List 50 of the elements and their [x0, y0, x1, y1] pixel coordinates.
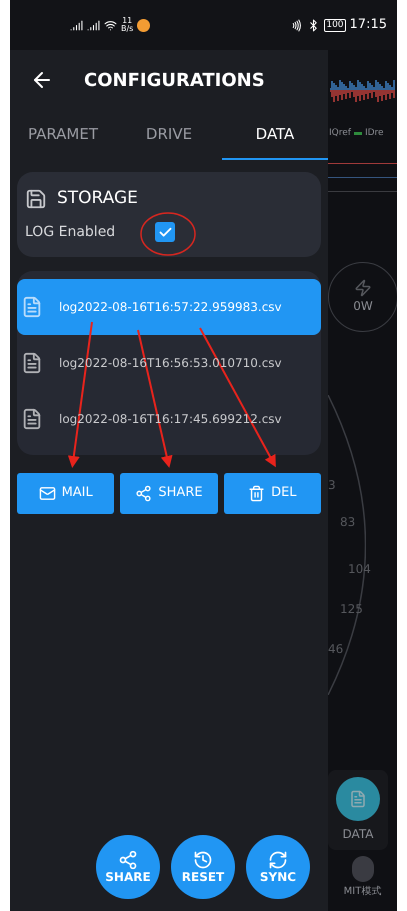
power-reading: 0W: [353, 298, 373, 314]
floating-action-button[interactable]: RESET: [171, 835, 235, 899]
speed-unit: B/s: [121, 25, 134, 33]
file-action-button[interactable]: DEL: [224, 472, 321, 514]
gauge-label: 104: [348, 561, 371, 578]
mail-icon: [38, 484, 56, 502]
nav-label: DATA: [342, 826, 374, 843]
file-action-button[interactable]: MAIL: [17, 472, 114, 514]
file-name: log2022-08-16T16:57:22.959983.csv: [59, 298, 282, 316]
page-title: CONFIGURATIONS: [84, 68, 265, 92]
network-speed: 11: [122, 17, 132, 25]
nav-item[interactable]: MIT模式: [328, 856, 397, 899]
gauge-label: 3: [328, 477, 336, 494]
log-enabled-label: LOG Enabled: [25, 222, 116, 242]
storage-title: STORAGE: [57, 187, 138, 210]
document-icon: [21, 408, 43, 430]
clock: 17:15: [350, 16, 387, 34]
sync-icon: [268, 850, 288, 870]
hotspot-icon: [104, 18, 117, 32]
log-checkbox[interactable]: [155, 222, 176, 242]
floating-action-button[interactable]: SHARE: [96, 835, 160, 899]
nfc-icon: [290, 18, 304, 32]
battery-level: 100: [324, 18, 346, 32]
lightning-icon: [354, 278, 372, 296]
gauge-label: 46: [328, 641, 344, 658]
gauge-label: 83: [340, 514, 356, 531]
tab[interactable]: DATA: [222, 110, 328, 160]
signal-icon: [87, 18, 100, 32]
file-action-button[interactable]: SHARE: [120, 472, 218, 514]
gauge-label: 125: [340, 601, 363, 618]
nav-item[interactable]: DATA: [328, 770, 388, 850]
tab[interactable]: PARAMET: [10, 110, 116, 160]
app-notification-icon: [137, 18, 150, 32]
legend-label: IDre: [364, 127, 384, 140]
data-nav-icon: [336, 777, 380, 821]
document-icon: [21, 352, 43, 374]
document-icon: [21, 296, 43, 318]
share-icon: [135, 484, 152, 502]
bulb-icon: [352, 856, 374, 882]
file-item[interactable]: log2022-08-16T16:57:22.959983.csv: [17, 278, 321, 334]
signal-icon: [70, 18, 83, 32]
nav-label: MIT模式: [344, 884, 382, 899]
history-icon: [193, 850, 213, 870]
share-icon: [118, 850, 138, 870]
annotation-circle: [140, 212, 196, 256]
floating-action-button[interactable]: SYNC: [246, 835, 310, 899]
tab[interactable]: DRIVE: [116, 110, 222, 160]
trash-icon: [248, 484, 266, 502]
legend-label: IQref: [329, 127, 351, 140]
legend-swatch: [354, 132, 362, 136]
